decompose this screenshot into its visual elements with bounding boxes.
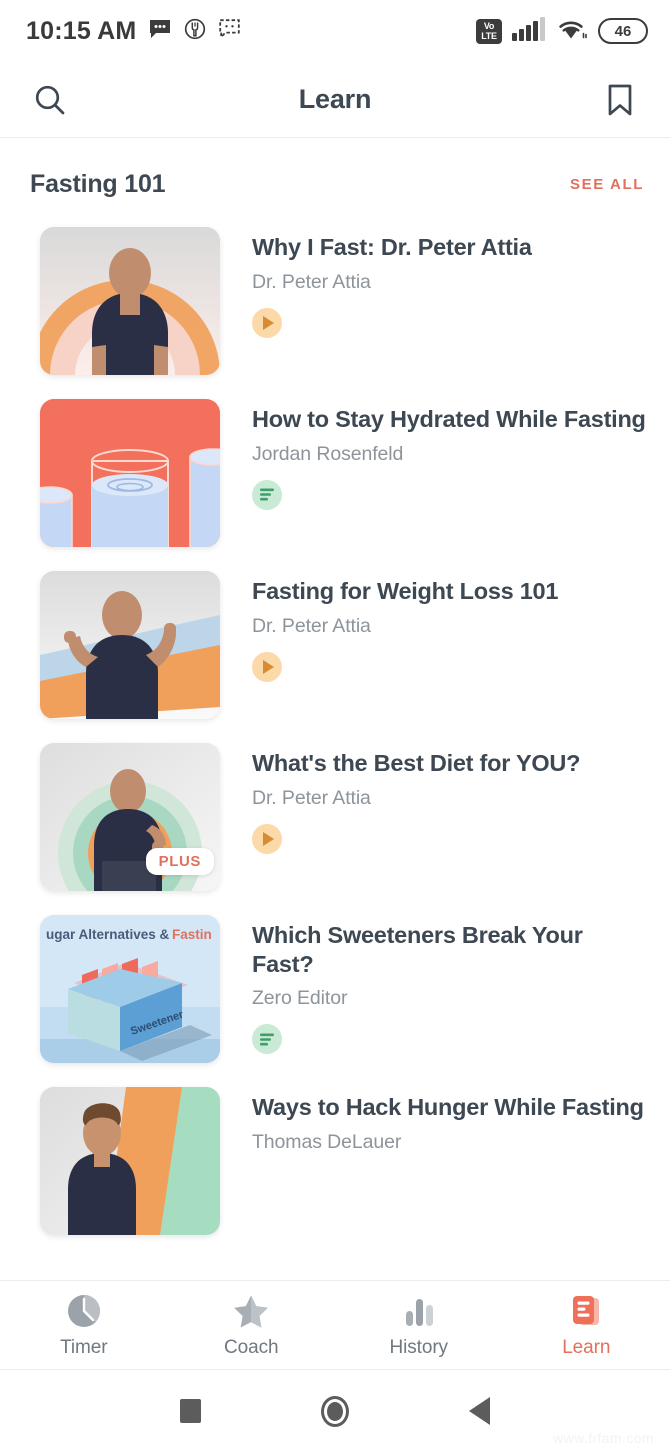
card-thumbnail[interactable] [40,399,220,547]
card-author: Zero Editor [252,987,348,1010]
card-title: Fasting for Weight Loss 101 [252,578,559,604]
card-thumbnail[interactable]: ugar Alternatives & Fastin Sweetener [40,915,220,1063]
card-author: Dr. Peter Attia [252,270,371,293]
page-title: Learn [298,84,372,114]
svg-text:Fastin: Fastin [172,927,212,942]
status-time: 10:15 AM [26,16,137,45]
list-item[interactable]: Ways to Hack Hunger While Fasting Thomas… [0,1075,670,1247]
status-bar-left: 10:15 AM [26,17,241,46]
bar-chart-icon [400,1292,438,1330]
list-item[interactable]: Why I Fast: Dr. Peter Attia Dr. Peter At… [0,215,670,387]
card-author: Thomas DeLauer [252,1130,402,1153]
tab-label: History [389,1336,449,1358]
tab-label: Timer [60,1336,108,1358]
card-thumbnail[interactable]: PLUS [40,743,220,891]
list-item[interactable]: How to Stay Hydrated While Fasting Jorda… [0,387,670,559]
food-fork-icon [184,18,206,45]
card-author: Dr. Peter Attia [252,786,371,809]
tab-label: Coach [224,1336,279,1358]
volte-icon: Vo LTE [476,18,502,44]
card-author: Jordan Rosenfeld [252,442,404,465]
article-lines-icon[interactable] [252,479,282,510]
section-title: Fasting 101 [30,170,166,198]
card-body: Ways to Hack Hunger While Fasting Thomas… [252,1087,646,1154]
wifi-icon [556,16,588,46]
card-thumbnail[interactable] [40,571,220,719]
play-icon[interactable] [252,307,282,338]
app-root: 10:15 AM Vo LTE 46 Learn Fasting 101 SEE… [0,0,670,1452]
back-triangle-icon[interactable] [469,1397,490,1425]
recent-apps-square-icon[interactable] [180,1399,201,1423]
list-item[interactable]: ugar Alternatives & Fastin Sweetener Whi… [0,903,670,1075]
list-item[interactable]: PLUS What's the Best Diet for YOU? Dr. P… [0,731,670,903]
bottom-tab-bar: Timer Coach History Learn [0,1280,670,1370]
cellular-signal-icon [512,16,546,46]
play-icon[interactable] [252,651,282,682]
tab-label: Learn [562,1336,611,1358]
tab-history[interactable]: History [335,1292,503,1359]
search-icon[interactable] [28,78,72,122]
star-icon [232,1292,270,1330]
card-author: Dr. Peter Attia [252,614,371,637]
thumb-text-top: ugar Alternatives & [46,927,170,942]
android-navigation-bar: www.frfam.com [0,1370,670,1452]
chat-repeat-icon [218,18,241,45]
card-title: Why I Fast: Dr. Peter Attia [252,234,532,260]
book-document-icon [567,1292,605,1330]
status-bar-right: Vo LTE 46 [476,16,648,46]
section-header-fasting-101: Fasting 101 SEE ALL [0,138,670,215]
card-body: What's the Best Diet for YOU? Dr. Peter … [252,743,646,854]
bookmark-icon[interactable] [598,78,642,122]
card-body: Which Sweeteners Break Your Fast? Zero E… [252,915,646,1055]
list-item[interactable]: Fasting for Weight Loss 101 Dr. Peter At… [0,559,670,731]
tab-coach[interactable]: Coach [168,1292,336,1359]
card-title: What's the Best Diet for YOU? [252,750,581,776]
learn-card-list: Why I Fast: Dr. Peter Attia Dr. Peter At… [0,215,670,1247]
tab-learn[interactable]: Learn [503,1292,670,1359]
app-header: Learn [0,62,670,138]
card-body: How to Stay Hydrated While Fasting Jorda… [252,399,646,510]
card-title: Ways to Hack Hunger While Fasting [252,1094,644,1120]
card-title: How to Stay Hydrated While Fasting [252,406,646,432]
home-circle-icon[interactable] [321,1395,349,1427]
learn-scroll-area[interactable]: Fasting 101 SEE ALL Why I Fast: Dr. Pete… [0,138,670,1280]
timer-clock-icon [65,1292,103,1330]
see-all-link[interactable]: SEE ALL [570,176,644,193]
card-title: Which Sweeteners Break Your Fast? [252,922,583,977]
card-thumbnail[interactable] [40,227,220,375]
battery-indicator: 46 [598,18,648,44]
plus-badge: PLUS [145,848,214,875]
play-icon[interactable] [252,823,282,854]
message-bubble-icon [148,19,172,44]
watermark: www.frfam.com [553,1430,654,1446]
card-thumbnail[interactable] [40,1087,220,1235]
tab-timer[interactable]: Timer [0,1292,168,1359]
status-bar: 10:15 AM Vo LTE 46 [0,0,670,62]
card-body: Fasting for Weight Loss 101 Dr. Peter At… [252,571,646,682]
card-body: Why I Fast: Dr. Peter Attia Dr. Peter At… [252,227,646,338]
article-lines-icon[interactable] [252,1024,282,1055]
